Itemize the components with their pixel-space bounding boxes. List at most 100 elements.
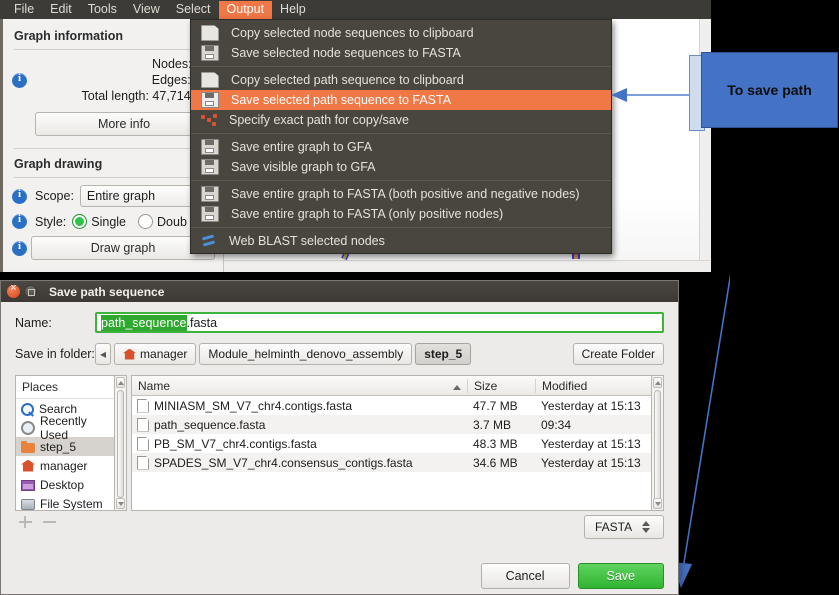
save-in-folder-label: Save in folder: — [15, 347, 95, 361]
save-path-sequence-dialog: Save path sequence Name: path_sequence.f… — [0, 280, 679, 595]
column-header-modified[interactable]: Modified — [535, 378, 651, 393]
style-single-radio[interactable] — [72, 214, 88, 229]
places-header: Places — [16, 376, 114, 399]
menuitem-web-blast-selected-nodes[interactable]: Web BLAST selected nodes — [191, 231, 611, 251]
menuitem-save-path-sequence[interactable]: Save selected path sequence to FASTA — [191, 90, 611, 110]
menuitem-save-node-sequences[interactable]: Save selected node sequences to FASTA — [191, 43, 611, 63]
menu-edit[interactable]: Edit — [42, 1, 80, 19]
breadcrumb-previous-button[interactable]: ◂ — [95, 343, 112, 365]
scrollbar-thumb[interactable] — [117, 390, 124, 498]
menu-tools[interactable]: Tools — [80, 1, 125, 19]
place-label: Desktop — [40, 477, 85, 492]
create-folder-button[interactable]: Create Folder — [572, 343, 664, 365]
scroll-down-icon[interactable] — [116, 498, 125, 509]
save-button[interactable]: Save — [577, 563, 664, 589]
menu-view[interactable]: View — [125, 1, 168, 19]
column-header-name[interactable]: Name — [132, 379, 467, 393]
menuitem-copy-node-sequences[interactable]: Copy selected node sequences to clipboar… — [191, 23, 611, 43]
graph-horizontal-scrollbar[interactable] — [224, 260, 711, 272]
menuitem-copy-path-sequence[interactable]: Copy selected path sequence to clipboard — [191, 70, 611, 90]
style-label: Style: — [35, 214, 67, 229]
callout-label: To save path — [727, 82, 812, 98]
name-row: Name: path_sequence .fasta — [1, 302, 678, 333]
breadcrumb-module[interactable]: Module_helminth_denovo_assembly — [199, 343, 413, 365]
menuitem-label: Copy selected path sequence to clipboard — [231, 73, 464, 87]
folder-icon — [21, 440, 35, 453]
file-size-cell: 48.3 MB — [473, 436, 518, 451]
file-size-cell: 34.6 MB — [473, 455, 518, 470]
style-single-label: Single — [91, 214, 127, 229]
copy-icon — [201, 72, 219, 88]
save-in-folder-row: Save in folder: ◂ manager Module_helmint… — [1, 333, 678, 365]
scroll-up-icon[interactable] — [116, 377, 125, 388]
file-icon — [137, 436, 149, 451]
spinner-icon — [642, 521, 651, 533]
save-icon — [201, 45, 219, 61]
copy-icon — [201, 25, 219, 41]
menuitem-save-entire-graph-gfa[interactable]: Save entire graph to GFA — [191, 137, 611, 157]
dialog-body: Name: path_sequence .fasta Save in folder… — [1, 302, 678, 595]
places-scrollbar[interactable] — [114, 375, 127, 511]
menu-select[interactable]: Select — [168, 1, 219, 19]
file-modified-cell: Yesterday at 15:13 — [541, 398, 641, 413]
disk-icon — [21, 498, 35, 510]
table-row[interactable]: path_sequence.fasta 3.7 MB 09:34 — [132, 415, 651, 434]
file-type-select[interactable]: FASTA — [584, 515, 664, 539]
file-list-scrollbar[interactable] — [651, 375, 664, 511]
file-filter-row: FASTA — [584, 515, 664, 539]
maximize-icon[interactable] — [24, 285, 37, 298]
file-name-cell: SPADES_SM_V7_chr4.consensus_contigs.fast… — [132, 455, 467, 470]
scroll-up-icon[interactable] — [653, 377, 662, 388]
filename-selected-text: path_sequence — [101, 314, 187, 331]
name-label: Name: — [15, 315, 52, 330]
file-icon — [137, 398, 149, 413]
place-item-file-system[interactable]: File System — [16, 494, 114, 510]
remove-place-button[interactable] — [43, 515, 57, 529]
breadcrumb-label: Module_helminth_denovo_assembly — [208, 347, 404, 361]
place-item-recently-used[interactable]: Recently Used — [16, 414, 114, 442]
scroll-down-icon[interactable] — [653, 498, 662, 509]
scrollbar-thumb[interactable] — [654, 390, 661, 504]
file-name-cell: PB_SM_V7_chr4.contigs.fasta — [132, 436, 467, 451]
menuitem-label: Copy selected node sequences to clipboar… — [231, 26, 474, 40]
add-place-button[interactable] — [19, 515, 33, 529]
menu-help[interactable]: Help — [272, 1, 314, 19]
menuitem-save-visible-graph-gfa[interactable]: Save visible graph to GFA — [191, 157, 611, 177]
close-icon[interactable] — [7, 282, 20, 298]
menu-output[interactable]: Output — [218, 0, 273, 19]
breadcrumb-step5[interactable]: step_5 — [415, 343, 472, 365]
home-icon — [123, 348, 137, 360]
place-item-desktop[interactable]: Desktop — [16, 475, 114, 494]
filename-input[interactable]: path_sequence .fasta — [95, 312, 664, 333]
column-label: Name — [138, 378, 171, 393]
divider — [14, 177, 213, 178]
info-icon — [12, 240, 27, 256]
table-row[interactable]: SPADES_SM_V7_chr4.consensus_contigs.fast… — [132, 453, 651, 472]
menuitem-save-entire-graph-fasta-both[interactable]: Save entire graph to FASTA (both positiv… — [191, 184, 611, 204]
info-icon — [12, 188, 27, 204]
output-dropdown-menu: Copy selected node sequences to clipboar… — [190, 19, 612, 254]
table-row[interactable]: PB_SM_V7_chr4.contigs.fasta 48.3 MB Yest… — [132, 434, 651, 453]
cancel-button[interactable]: Cancel — [480, 563, 570, 589]
file-list-header: Name Size Modified — [132, 376, 651, 396]
menu-file[interactable]: File — [6, 1, 42, 19]
dialog-buttons: Cancel Save — [480, 563, 664, 589]
menu-separator — [191, 66, 611, 67]
menu-separator — [191, 133, 611, 134]
file-name-cell: MINIASM_SM_V7_chr4.contigs.fasta — [132, 398, 467, 413]
menuitem-save-entire-graph-fasta-positive[interactable]: Save entire graph to FASTA (only positiv… — [191, 204, 611, 224]
total-length: Total length: 47,714,497 — [81, 89, 215, 103]
table-row[interactable]: MINIASM_SM_V7_chr4.contigs.fasta 47.7 MB… — [132, 396, 651, 415]
callout-box: To save path — [701, 52, 838, 128]
more-info-button[interactable]: More info — [35, 112, 213, 136]
breadcrumb-manager[interactable]: manager — [114, 343, 197, 365]
menuitem-label: Save selected path sequence to FASTA — [231, 93, 452, 107]
place-item-manager[interactable]: manager — [16, 456, 114, 475]
file-name: path_sequence.fasta — [154, 417, 266, 432]
style-double-radio[interactable] — [138, 214, 154, 229]
draw-graph-button[interactable]: Draw graph — [31, 236, 215, 260]
menuitem-specify-exact-path[interactable]: Specify exact path for copy/save — [191, 110, 611, 130]
column-header-size[interactable]: Size — [467, 378, 535, 393]
file-size-cell: 3.7 MB — [473, 417, 512, 432]
places-panel: Places Search Recently Used step_5 manag… — [15, 375, 127, 511]
